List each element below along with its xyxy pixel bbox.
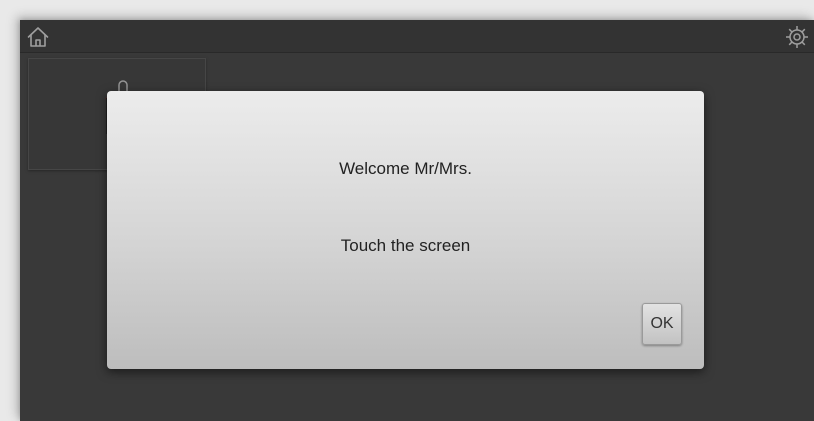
app-window: Welcome Mr/Mrs. Touch the screen OK <box>20 20 814 421</box>
dialog-message: Touch the screen <box>340 236 471 255</box>
ok-button[interactable]: OK <box>642 303 682 345</box>
welcome-dialog: Welcome Mr/Mrs. Touch the screen OK <box>107 91 704 369</box>
dialog-title: Welcome Mr/Mrs. <box>339 159 472 178</box>
